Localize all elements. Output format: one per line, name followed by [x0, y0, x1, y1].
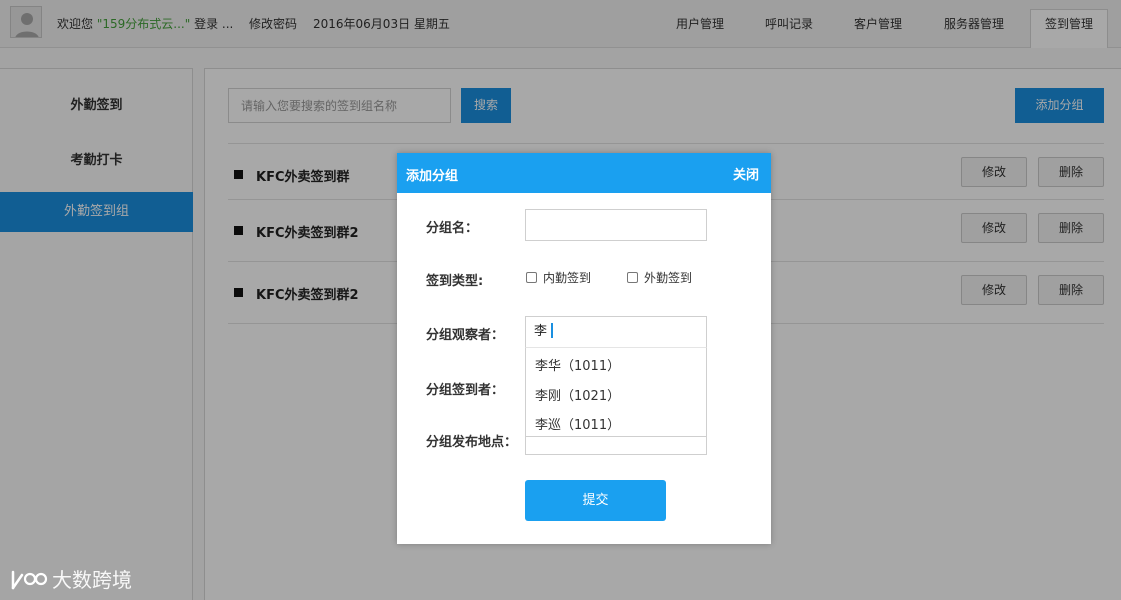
text-caret — [551, 323, 554, 338]
checkbox-icon[interactable] — [526, 272, 537, 283]
checkin-type-label: 签到类型: — [426, 274, 484, 289]
watermark: 大数跨境 — [10, 564, 132, 594]
location-label: 分组发布地点： — [426, 435, 518, 450]
checkin-type-indoor-label: 内勤签到 — [543, 271, 592, 285]
submit-button[interactable]: 提交 — [525, 480, 666, 521]
checkin-type-field-label: 外勤签到 — [644, 271, 693, 285]
signer-label: 分组签到者： — [426, 383, 505, 398]
brand-logo-icon — [11, 570, 48, 590]
suggestion-item[interactable]: 李巡（1011） — [535, 414, 620, 433]
dialog-header: 添加分组 关闭 — [397, 153, 771, 193]
add-group-dialog: 添加分组 关闭 分组名： 签到类型: 内勤签到 外勤签到 分组观察者： 李 分组… — [397, 153, 771, 544]
checkbox-icon[interactable] — [627, 272, 638, 283]
suggestion-item[interactable]: 李刚（1021） — [535, 385, 620, 404]
observer-label: 分组观察者： — [426, 328, 505, 343]
suggestion-item[interactable]: 李华（1011） — [535, 355, 620, 374]
dialog-title: 添加分组 — [406, 169, 459, 184]
checkin-type-indoor[interactable]: 内勤签到 — [526, 269, 591, 286]
close-button[interactable]: 关闭 — [733, 164, 759, 183]
checkin-type-field[interactable]: 外勤签到 — [627, 269, 692, 286]
group-name-input[interactable] — [525, 209, 707, 241]
group-name-label: 分组名： — [426, 221, 479, 236]
observer-suggestions: 李华（1011） 李刚（1021） 李巡（1011） — [525, 347, 707, 437]
watermark-text: 大数跨境 — [52, 568, 132, 592]
observer-input-value: 李 — [534, 324, 548, 339]
observer-input[interactable]: 李 — [525, 316, 707, 348]
